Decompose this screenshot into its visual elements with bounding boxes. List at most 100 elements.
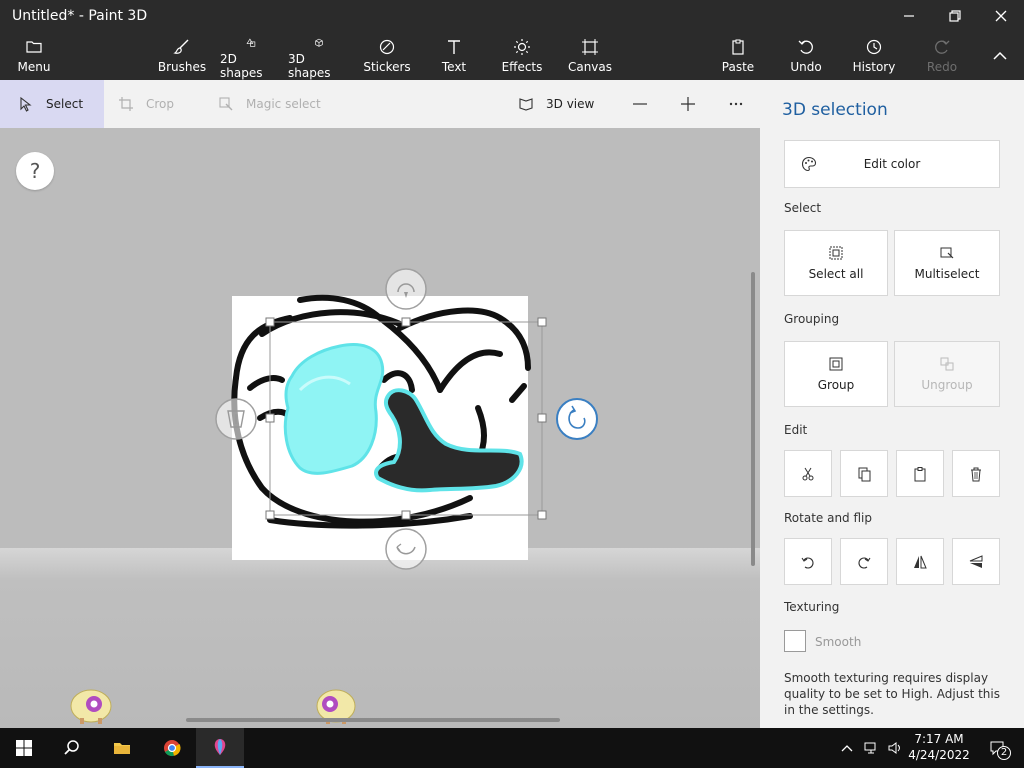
chevron-up-icon [841,745,853,752]
history-label: History [852,60,896,74]
start-button[interactable] [0,728,48,768]
rotate-flip-section-label: Rotate and flip [784,511,873,525]
smooth-checkbox[interactable] [784,630,806,652]
clipboard-icon [732,39,744,55]
rotate-right-button[interactable] [840,538,888,585]
network-button[interactable] [860,728,882,768]
copy-button[interactable] [840,450,888,497]
zoom-out-button[interactable] [630,80,650,128]
magic-select-icon [219,97,233,111]
shapes-2d-button[interactable]: 2D shapes [220,32,282,80]
notifications-button[interactable]: 2 [982,728,1012,768]
select-all-label: Select all [808,267,864,281]
chrome-button[interactable] [148,728,196,768]
menu-label: Menu [17,60,51,74]
properties-panel: 3D selection Edit color Select Select al… [760,80,1024,728]
3d-view-icon [519,98,533,111]
shapes-2d-icon [246,38,256,47]
redo-icon [935,40,950,54]
file-explorer-button[interactable] [98,728,146,768]
redo-button[interactable]: Redo [922,32,962,80]
sheep-character-left [70,689,112,724]
rotate-left-button[interactable] [784,538,832,585]
history-button[interactable]: History [852,32,896,80]
flip-horizontal-button[interactable] [896,538,944,585]
stickers-button[interactable]: Stickers [362,32,412,80]
text-button[interactable]: Text [436,32,472,80]
rotate-left-handle[interactable] [215,398,257,440]
stickers-label: Stickers [363,60,411,74]
more-options-button[interactable] [726,80,746,128]
flip-vertical-button[interactable] [952,538,1000,585]
rotate-right-icon [858,557,871,569]
close-button[interactable] [978,0,1024,32]
shapes-3d-label: 3D shapes [288,52,331,80]
chevron-up-icon [993,51,1007,60]
smooth-label: Smooth [815,635,862,649]
group-icon [829,357,843,371]
redo-label: Redo [926,60,958,74]
copy-icon [858,467,871,481]
ungroup-button[interactable]: Ungroup [894,341,1000,407]
ellipsis-icon [729,102,743,106]
brushes-button[interactable]: Brushes [158,32,206,80]
effects-button[interactable]: Effects [500,32,544,80]
select-all-button[interactable]: Select all [784,230,888,296]
palette-icon [801,156,817,172]
search-button[interactable] [48,728,96,768]
rotate-top-handle[interactable] [385,268,427,310]
canvas-workspace[interactable]: ? [0,128,760,728]
clipboard-icon [914,466,926,481]
undo-button[interactable]: Undo [786,32,826,80]
select-tool[interactable]: Select [0,80,104,128]
shapes-3d-button[interactable]: 3D shapes [288,32,350,80]
magic-select-tool[interactable]: Magic select [218,80,328,128]
paste-button[interactable]: Paste [718,32,758,80]
select-all-icon [829,246,843,260]
brushes-label: Brushes [157,60,207,74]
grouping-section-label: Grouping [784,312,840,326]
panel-title: 3D selection [782,100,888,120]
shapes-2d-label: 2D shapes [220,52,263,80]
vertical-scrollbar[interactable] [751,272,755,566]
edit-color-label: Edit color [863,157,921,171]
chrome-icon [164,740,181,757]
sticker-icon [379,39,395,55]
crop-tool[interactable]: Crop [118,80,188,128]
paint-3d-taskbar-button[interactable] [196,728,244,768]
zoom-in-button[interactable] [678,80,698,128]
clock-time: 7:17 AM [914,732,964,746]
scene-drawing [70,268,598,724]
clock-date: 4/24/2022 [908,748,970,762]
rotate-right-handle[interactable] [556,398,598,440]
delete-button[interactable] [952,450,1000,497]
restore-icon [949,10,961,22]
edit-section-label: Edit [784,423,808,437]
canvas-button[interactable]: Canvas [566,32,614,80]
texturing-section-label: Texturing [784,600,840,614]
menu-button[interactable]: Menu [12,32,56,80]
canvas-label: Canvas [567,60,613,74]
canvas-icon [582,39,598,55]
group-button[interactable]: Group [784,341,888,407]
multiselect-button[interactable]: Multiselect [894,230,1000,296]
edit-color-button[interactable]: Edit color [784,140,1000,188]
minus-icon [633,103,647,105]
system-clock[interactable]: 7:17 AM 4/24/2022 [902,731,976,763]
flip-horizontal-icon [914,555,927,568]
3d-view-toggle[interactable]: 3D view [518,80,608,128]
multiselect-icon [940,247,954,259]
restore-button[interactable] [932,0,978,32]
paste-panel-button[interactable] [896,450,944,497]
rotate-bottom-handle[interactable] [385,528,427,570]
collapse-ribbon-button[interactable] [986,32,1014,80]
group-label: Group [817,378,855,392]
show-hidden-icons-button[interactable] [836,728,858,768]
cut-button[interactable] [784,450,832,497]
notification-count: 2 [997,746,1011,760]
horizontal-scrollbar[interactable] [186,718,560,722]
select-section-label: Select [784,201,822,215]
brush-icon [173,39,189,54]
flip-vertical-icon [969,554,983,568]
minimize-button[interactable] [886,0,932,32]
